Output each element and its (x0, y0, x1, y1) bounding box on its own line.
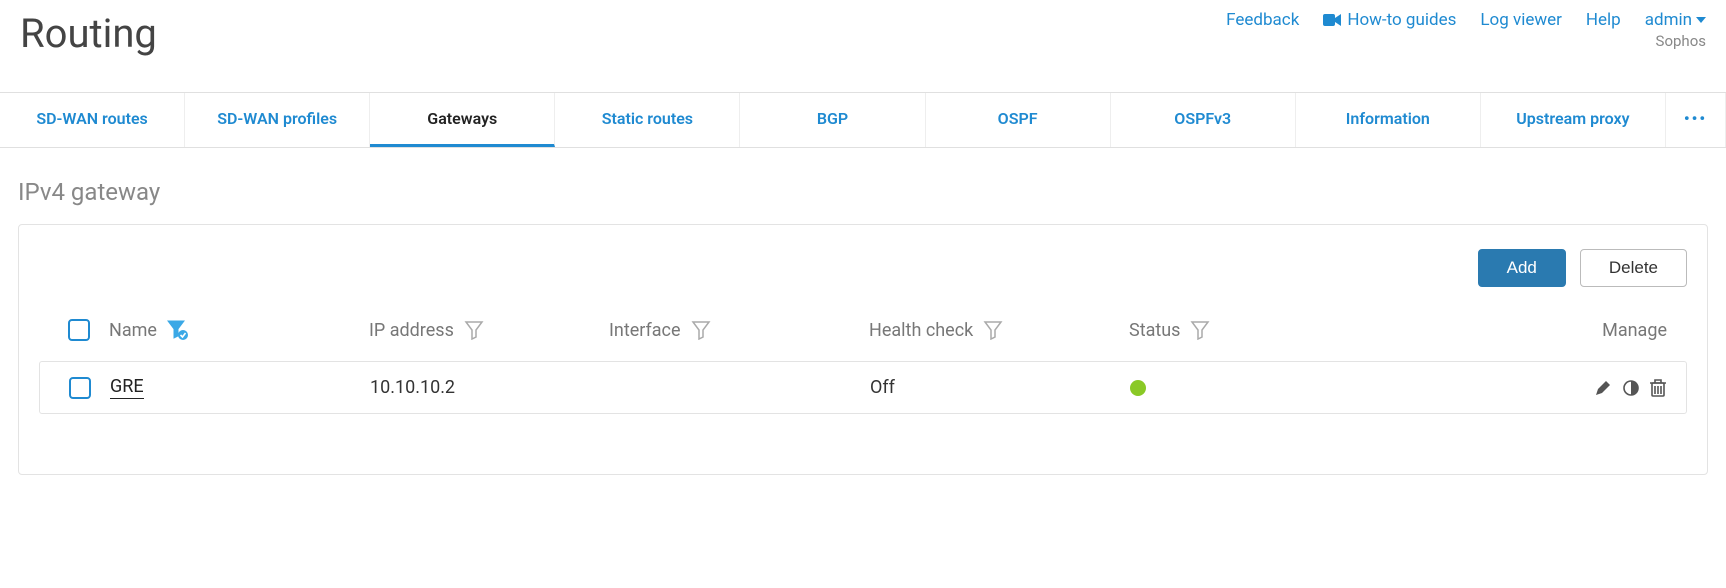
filter-ip-icon[interactable] (464, 320, 484, 340)
brand-label: Sophos (1645, 32, 1706, 50)
howto-guides-link[interactable]: How-to guides (1323, 10, 1456, 30)
tab-sdwan-profiles[interactable]: SD-WAN profiles (185, 93, 370, 147)
howto-guides-label: How-to guides (1347, 10, 1456, 30)
admin-name: admin (1645, 10, 1692, 30)
tab-ospfv3[interactable]: OSPFv3 (1111, 93, 1296, 147)
filter-status-icon[interactable] (1190, 320, 1210, 340)
row-checkbox[interactable] (69, 377, 91, 399)
col-health-label: Health check (869, 320, 973, 341)
main-section: IPv4 gateway Add Delete Name IP address (0, 148, 1726, 495)
select-all-checkbox[interactable] (68, 319, 90, 341)
tab-gateways[interactable]: Gateways (370, 93, 555, 147)
filter-health-icon[interactable] (983, 320, 1003, 340)
gateway-panel: Add Delete Name IP address (18, 224, 1708, 475)
table-header-row: Name IP address Interface (39, 305, 1687, 355)
section-title: IPv4 gateway (18, 178, 1708, 206)
tab-more[interactable]: ••• (1666, 93, 1726, 147)
tab-sdwan-routes[interactable]: SD-WAN routes (0, 93, 185, 147)
admin-dropdown[interactable]: admin (1645, 10, 1706, 30)
edit-icon[interactable] (1594, 379, 1612, 397)
col-manage-label: Manage (1602, 320, 1667, 341)
feedback-link[interactable]: Feedback (1226, 10, 1299, 30)
tab-information[interactable]: Information (1296, 93, 1481, 147)
filter-name-icon[interactable] (167, 320, 189, 340)
gateway-ip: 10.10.10.2 (370, 377, 455, 398)
tab-bgp[interactable]: BGP (740, 93, 925, 147)
log-viewer-link[interactable]: Log viewer (1480, 10, 1562, 30)
add-button[interactable]: Add (1478, 249, 1566, 287)
gateway-name-link[interactable]: GRE (110, 376, 144, 399)
tab-upstream-proxy[interactable]: Upstream proxy (1481, 93, 1666, 147)
tabs-bar: SD-WAN routes SD-WAN profiles Gateways S… (0, 92, 1726, 148)
table-row: GRE 10.10.10.2 Off (39, 361, 1687, 414)
header-links: Feedback How-to guides Log viewer Help a… (1226, 10, 1706, 50)
col-status-label: Status (1129, 320, 1180, 341)
col-interface-label: Interface (609, 320, 681, 341)
help-link[interactable]: Help (1586, 10, 1621, 30)
filter-interface-icon[interactable] (691, 320, 711, 340)
trash-icon[interactable] (1650, 379, 1666, 397)
col-ip-label: IP address (369, 320, 454, 341)
toggle-icon[interactable] (1622, 379, 1640, 397)
tab-ospf[interactable]: OSPF (926, 93, 1111, 147)
delete-button[interactable]: Delete (1580, 249, 1687, 287)
tab-static-routes[interactable]: Static routes (555, 93, 740, 147)
user-menu: admin Sophos (1645, 10, 1706, 50)
gateway-health: Off (870, 377, 895, 398)
camera-icon (1323, 13, 1341, 27)
caret-down-icon (1696, 17, 1706, 23)
page-header: Routing Feedback How-to guides Log viewe… (0, 0, 1726, 57)
page-title: Routing (20, 10, 157, 57)
gateway-table: Name IP address Interface (39, 305, 1687, 414)
panel-actions: Add Delete (39, 249, 1687, 287)
col-name-label: Name (109, 320, 157, 341)
status-indicator-icon (1130, 380, 1146, 396)
